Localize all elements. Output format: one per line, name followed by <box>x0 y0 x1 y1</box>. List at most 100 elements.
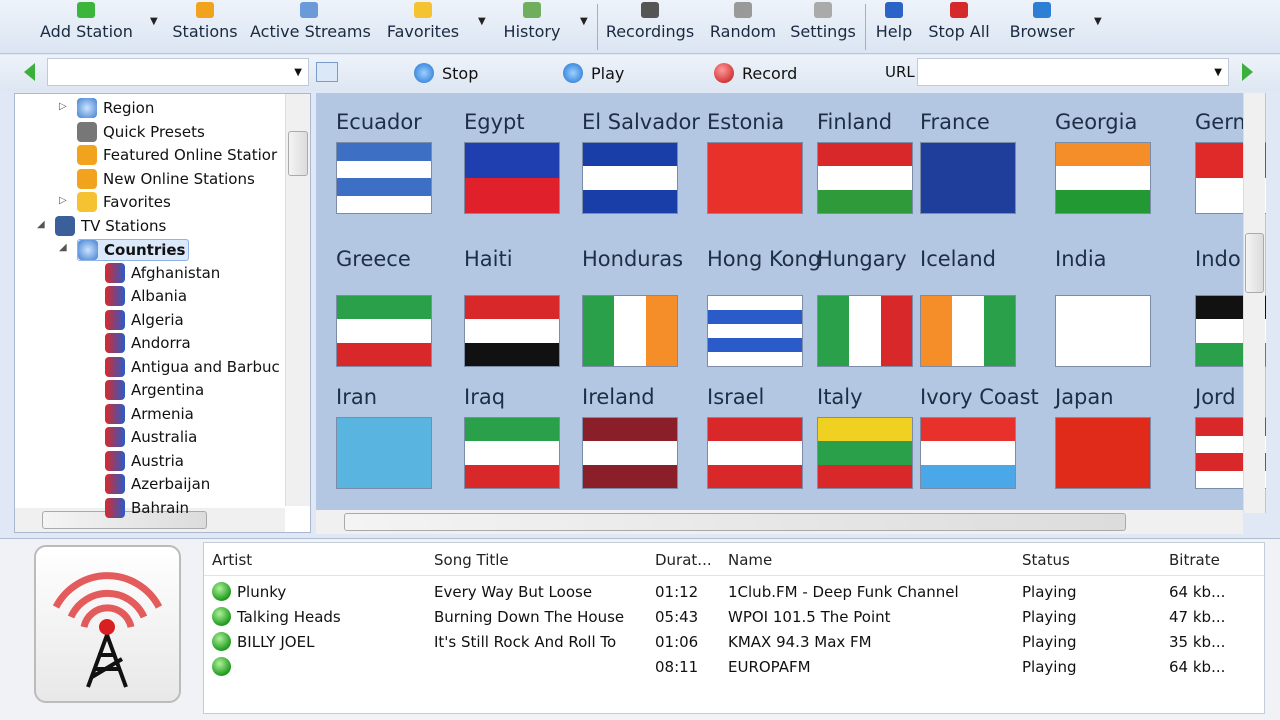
country-tile[interactable]: Ecuador <box>336 107 461 138</box>
tree-item-australia[interactable]: Australia <box>105 427 197 447</box>
flag-image[interactable] <box>920 295 1016 367</box>
country-tile[interactable]: France <box>920 107 1045 138</box>
flag-image[interactable] <box>707 295 803 367</box>
collapsed-triangle-icon[interactable]: ▷ <box>59 195 67 206</box>
tree-item-albania[interactable]: Albania <box>105 286 187 306</box>
tree-item-austria[interactable]: Austria <box>105 450 184 471</box>
flag-image[interactable] <box>582 417 678 489</box>
country-tile[interactable]: Ivory Coast <box>920 382 1045 413</box>
country-tile[interactable]: Georgia <box>1055 107 1180 138</box>
tree-item-favorites[interactable]: Favorites <box>77 192 171 212</box>
country-tile[interactable]: Iran <box>336 382 461 413</box>
tree-item-afghanistan[interactable]: Afghanistan <box>105 262 220 283</box>
country-tile[interactable]: Honduras <box>582 244 707 275</box>
flag-image[interactable] <box>920 417 1016 489</box>
flag-image[interactable] <box>1055 142 1151 214</box>
table-row[interactable]: Talking Heads Burning Down The House 05:43… <box>204 606 1264 631</box>
country-tile[interactable]: Japan <box>1055 382 1180 413</box>
scrollbar-thumb[interactable] <box>1245 233 1264 293</box>
country-tile[interactable]: India <box>1055 244 1180 275</box>
toolbar-random-button[interactable]: Random <box>708 0 778 50</box>
tree-item-bahrain[interactable]: Bahrain <box>105 497 189 518</box>
record-button[interactable]: Record <box>714 63 797 83</box>
toolbar-help-button[interactable]: Help <box>874 0 914 50</box>
tree-item-countries[interactable]: Countries <box>77 239 190 261</box>
flag-image[interactable] <box>336 295 432 367</box>
url-input[interactable]: ▼ <box>917 58 1229 86</box>
country-tile[interactable]: Haiti <box>464 244 589 275</box>
table-row[interactable]: BILLY JOEL It's Still Rock And Roll To 01:… <box>204 631 1264 656</box>
toolbar-browser-button[interactable]: Browser <box>1008 0 1076 50</box>
station-combo[interactable]: ▼ <box>47 58 309 86</box>
collapsed-triangle-icon[interactable]: ▷ <box>59 101 67 112</box>
flag-image[interactable] <box>582 142 678 214</box>
flag-image[interactable] <box>464 142 560 214</box>
column-header-5[interactable]: Bitrate <box>1169 551 1220 569</box>
tree-item-azerbaijan[interactable]: Azerbaijan <box>105 474 210 494</box>
flag-image[interactable] <box>707 417 803 489</box>
tree-item-region[interactable]: Region <box>77 98 154 118</box>
tree-vertical-scrollbar[interactable] <box>285 94 310 506</box>
tree-item-armenia[interactable]: Armenia <box>105 403 194 424</box>
stop-button[interactable]: Stop <box>414 63 478 83</box>
column-header-4[interactable]: Status <box>1022 551 1070 569</box>
scrollbar-thumb[interactable] <box>344 513 1126 531</box>
tree-item-algeria[interactable]: Algeria <box>105 309 184 330</box>
column-header-3[interactable]: Name <box>728 551 772 569</box>
column-header-0[interactable]: Artist <box>212 551 252 569</box>
flag-image[interactable] <box>464 295 560 367</box>
tree-item-featured-online-statior[interactable]: Featured Online Statior <box>77 145 277 165</box>
country-tile[interactable]: Greece <box>336 244 461 275</box>
column-header-2[interactable]: Durat... <box>655 551 712 569</box>
flag-image[interactable] <box>464 417 560 489</box>
toolbar-settings-button[interactable]: Settings <box>790 0 856 50</box>
country-tile[interactable]: El Salvador <box>582 107 707 138</box>
flag-image[interactable] <box>707 142 803 214</box>
tree-item-antigua-and-barbuc[interactable]: Antigua and Barbuc <box>105 356 280 377</box>
scrollbar-thumb[interactable] <box>288 131 308 176</box>
flag-image[interactable] <box>336 417 432 489</box>
country-tile[interactable]: Iraq <box>464 382 589 413</box>
chevron-down-icon[interactable]: ▼ <box>478 16 486 27</box>
grid-horizontal-scrollbar[interactable] <box>316 510 1243 534</box>
toolbar-history-button[interactable]: History <box>502 0 562 50</box>
table-row[interactable]: Plunky Every Way But Loose 01:12 1Club.FM -… <box>204 581 1264 606</box>
toolbar-recordings-button[interactable]: Recordings <box>605 0 695 50</box>
play-button[interactable]: Play <box>563 63 624 83</box>
country-tile[interactable]: Ireland <box>582 382 707 413</box>
country-tile[interactable]: Estonia <box>707 107 832 138</box>
toolbar-favorites-button[interactable]: Favorites <box>386 0 460 50</box>
toolbar-add-station-button[interactable]: Add Station <box>40 0 133 50</box>
toolbar-active-streams-button[interactable]: Active Streams <box>250 0 371 50</box>
tree-item-new-online-stations[interactable]: New Online Stations <box>77 168 255 189</box>
flag-image[interactable] <box>817 142 913 214</box>
tree-item-tv-stations[interactable]: TV Stations <box>55 215 166 236</box>
flag-image[interactable] <box>817 417 913 489</box>
grid-vertical-scrollbar[interactable] <box>1243 93 1265 513</box>
station-info-icon[interactable] <box>316 62 338 82</box>
flag-image[interactable] <box>1055 295 1151 367</box>
expanded-triangle-icon[interactable]: ◢ <box>59 242 67 253</box>
country-tile[interactable]: Israel <box>707 382 832 413</box>
toolbar-stations-button[interactable]: Stations <box>172 0 238 50</box>
tree-item-quick-presets[interactable]: Quick Presets <box>77 121 205 142</box>
chevron-down-icon[interactable]: ▼ <box>1094 16 1102 27</box>
country-tile[interactable]: Hong Kong <box>707 244 832 275</box>
table-row[interactable]: 08:11 EUROPAFM Playing 64 kb... <box>204 656 1264 681</box>
chevron-down-icon[interactable]: ▼ <box>150 16 158 27</box>
flag-image[interactable] <box>582 295 678 367</box>
flag-image[interactable] <box>920 142 1016 214</box>
flag-image[interactable] <box>817 295 913 367</box>
column-header-1[interactable]: Song Title <box>434 551 509 569</box>
toolbar-stop-all-button[interactable]: Stop All <box>927 0 991 50</box>
chevron-down-icon[interactable]: ▼ <box>580 16 588 27</box>
country-tile[interactable]: Egypt <box>464 107 589 138</box>
tree-item-argentina[interactable]: Argentina <box>105 380 204 400</box>
country-tile[interactable]: Iceland <box>920 244 1045 275</box>
back-arrow-icon[interactable] <box>24 63 35 81</box>
tree-item-andorra[interactable]: Andorra <box>105 333 191 353</box>
expanded-triangle-icon[interactable]: ◢ <box>37 219 45 230</box>
flag-image[interactable] <box>1055 417 1151 489</box>
forward-arrow-icon[interactable] <box>1242 63 1253 81</box>
flag-image[interactable] <box>336 142 432 214</box>
